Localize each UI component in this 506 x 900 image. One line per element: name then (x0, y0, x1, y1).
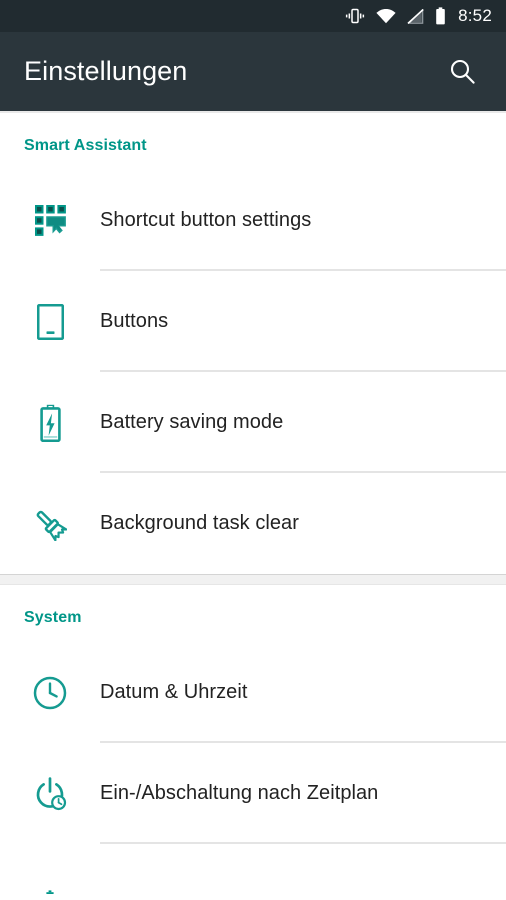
list-item-buttons[interactable]: Buttons (0, 271, 506, 372)
section-separator (0, 574, 506, 585)
list-item-label: Datum & Uhrzeit (100, 681, 248, 703)
list-item-background-task-clear[interactable]: Background task clear (0, 473, 506, 574)
list-item-label: Shortcut button settings (100, 209, 312, 231)
power-schedule-icon (0, 776, 100, 811)
list-item-label: Ein-/Abschaltung nach Zeitplan (100, 782, 379, 804)
search-icon[interactable] (440, 50, 484, 94)
clock-icon (0, 676, 100, 710)
list-item-label: Background task clear (100, 512, 299, 534)
partial-cut-off-icon (0, 844, 100, 894)
status-bar-clock: 8:52 (458, 6, 492, 25)
status-bar-icons (345, 7, 446, 25)
broom-icon (0, 507, 100, 541)
list-item-label: Buttons (100, 310, 169, 332)
list-item-date-and-time[interactable]: Datum & Uhrzeit (0, 642, 506, 743)
vibrate-icon (345, 7, 365, 25)
battery-icon (435, 7, 446, 25)
phone-device-icon (0, 303, 100, 340)
no-sim-signal-icon (407, 8, 424, 24)
settings-screen: 8:52 Einstellungen Smart Assistant Short… (0, 0, 506, 900)
section-header-smart-assistant: Smart Assistant (24, 137, 147, 154)
battery-bolt-icon (0, 404, 100, 442)
grid-shortcut-icon (0, 205, 100, 236)
list-item-scheduled-power-on-off[interactable]: Ein-/Abschaltung nach Zeitplan (0, 743, 506, 844)
list-item-label: Battery saving mode (100, 411, 284, 433)
page-title: Einstellungen (24, 56, 188, 86)
settings-list: Smart Assistant Shortcut button settings… (0, 111, 506, 894)
app-bar: Einstellungen (0, 32, 506, 111)
section-header-system: System (24, 609, 82, 626)
wifi-icon (376, 8, 396, 24)
list-item-battery-saving-mode[interactable]: Battery saving mode (0, 372, 506, 473)
list-item-shortcut-button-settings[interactable]: Shortcut button settings (0, 170, 506, 271)
list-item-partial-cut-off[interactable] (0, 844, 506, 894)
status-bar: 8:52 (0, 0, 506, 32)
